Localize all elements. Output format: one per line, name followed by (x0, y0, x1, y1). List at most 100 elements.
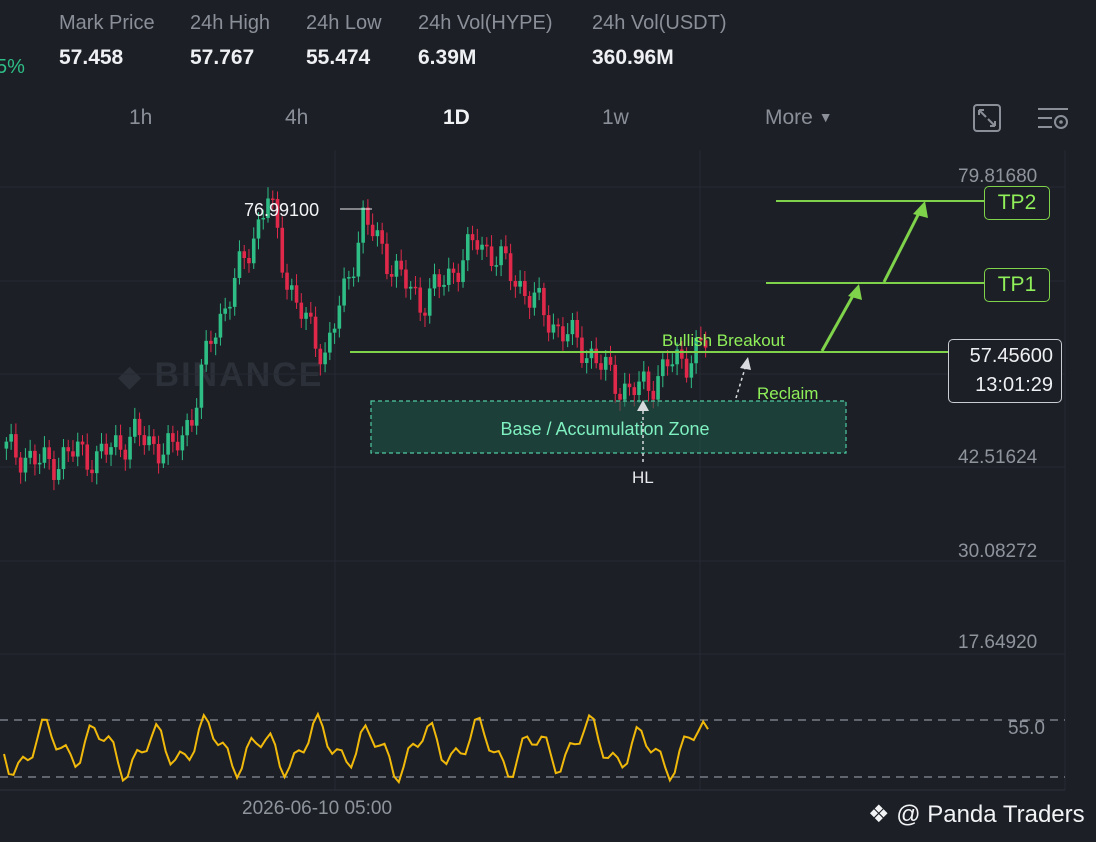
price-tick-2: 42.51624 (958, 447, 1038, 468)
price-chart[interactable]: 79.81680 42.51624 30.08272 17.64920 55.0… (0, 0, 1096, 842)
candle-down (627, 383, 632, 388)
candle-down (313, 316, 318, 349)
candle-down (646, 371, 651, 391)
candle-up (622, 383, 627, 400)
grid (0, 150, 1066, 791)
candle-down (527, 296, 532, 308)
candle-up (342, 278, 346, 306)
candle-up (584, 358, 589, 363)
candle-down (389, 274, 394, 277)
candle-down (508, 253, 513, 281)
candle-down (575, 320, 579, 338)
candle-down (280, 227, 285, 273)
candle-down (142, 435, 147, 446)
candle-up (194, 407, 199, 426)
candle-up (185, 420, 189, 436)
candle-up (9, 434, 13, 442)
hl-label: HL (632, 468, 654, 487)
candle-down (14, 434, 18, 458)
candle-up (223, 308, 227, 314)
candle-down (546, 315, 551, 333)
candle-up (161, 454, 166, 464)
candle-up (356, 242, 361, 277)
price-tick-3: 30.08272 (958, 541, 1037, 562)
candle-down (513, 280, 518, 287)
candle-down (156, 443, 161, 464)
candle-down (209, 340, 213, 344)
candle-down (366, 207, 370, 225)
candle-down (594, 348, 599, 364)
candle-up (551, 324, 556, 333)
candle-down (118, 435, 123, 450)
candle-up (228, 306, 232, 309)
candle-up (689, 363, 694, 378)
candle-down (242, 251, 247, 259)
candle-up (537, 287, 541, 293)
candle-down (285, 272, 289, 290)
projection-path (820, 201, 928, 352)
candle-down (456, 272, 461, 283)
candle-up (361, 207, 365, 243)
candle-down (556, 324, 560, 327)
candle-up (147, 436, 151, 446)
candle-up (427, 288, 432, 316)
candle-down (613, 364, 618, 394)
candle-down (137, 418, 142, 436)
candle-down (608, 356, 613, 365)
candle-down (437, 274, 442, 287)
price-tick-1: 79.81680 (958, 166, 1037, 187)
bullish-breakout-label: Bullish Breakout (662, 331, 785, 350)
candle-up (113, 435, 118, 448)
candle-up (332, 328, 337, 333)
reclaim-arrow (735, 357, 751, 399)
candle-up (289, 285, 294, 290)
candle-down (413, 286, 418, 289)
candle-down (104, 443, 109, 455)
candle-up (375, 230, 380, 237)
candle-up (237, 251, 242, 278)
candle-down (399, 260, 403, 270)
candle-up (394, 260, 399, 277)
candle-down (18, 457, 23, 473)
candle-down (475, 240, 480, 250)
candle-down (470, 234, 475, 241)
candle-down (52, 459, 56, 480)
candle-up (23, 457, 28, 473)
candle-down (123, 449, 128, 460)
candle-up (641, 371, 646, 382)
candle-up (565, 334, 570, 342)
candle-up (99, 443, 104, 452)
candle-down (294, 285, 299, 303)
candle-up (589, 348, 594, 359)
candle-up (94, 451, 99, 474)
candle-down (542, 287, 546, 316)
candle-down (33, 450, 37, 465)
candle-up (351, 276, 356, 279)
candle-up (323, 352, 327, 365)
reclaim-label: Reclaim (757, 384, 818, 403)
candle-up (128, 436, 132, 460)
candle-down (318, 348, 323, 365)
candle-up (4, 441, 9, 449)
candle-up (232, 277, 237, 307)
price-tick-4: 17.64920 (958, 632, 1037, 653)
candle-down (152, 436, 156, 444)
current-price-value: 57.45600 (969, 345, 1053, 367)
candle-down (651, 390, 656, 400)
candle-down (423, 312, 427, 316)
credit-text: @ Panda Traders (896, 801, 1085, 828)
zone-label: Base / Accumulation Zone (500, 419, 709, 439)
candle-up (480, 244, 484, 250)
candle-up (328, 332, 332, 353)
candle-up (347, 277, 351, 279)
candle-down (190, 420, 194, 426)
candle-down (599, 363, 603, 370)
candle-down (418, 287, 423, 313)
candle-up (251, 238, 256, 264)
candle-up (461, 260, 465, 283)
candle-down (299, 302, 304, 319)
candle-down (175, 441, 180, 451)
candle-down (489, 246, 494, 267)
candle-up (213, 337, 218, 344)
candle-up (432, 274, 437, 289)
